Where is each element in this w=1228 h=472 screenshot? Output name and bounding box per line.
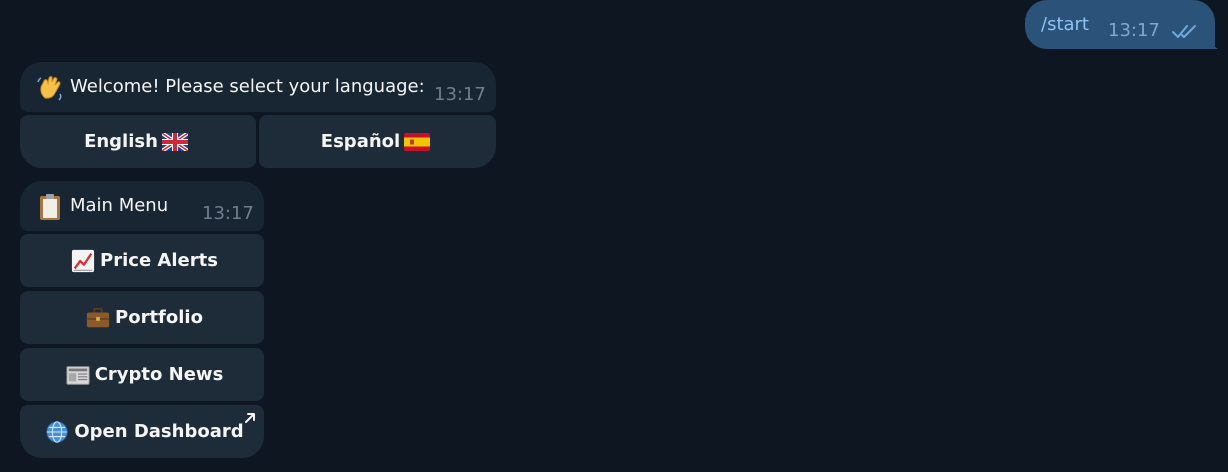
message-text: Main Menu	[70, 195, 169, 216]
language-prompt-message[interactable]: Welcome! Please select your language: 13…	[20, 62, 496, 112]
button-label: Español	[320, 131, 401, 152]
price-alerts-button[interactable]: Price Alerts	[20, 234, 264, 287]
language-english-button[interactable]: English	[20, 115, 256, 168]
clipboard-icon	[40, 194, 60, 220]
message-time: 13:17	[434, 84, 486, 105]
message-time: 13:17	[202, 203, 254, 224]
message-text: /start	[1041, 14, 1089, 35]
outgoing-message[interactable]: /start 13:17	[1025, 0, 1215, 49]
open-dashboard-button[interactable]: Open Dashboard	[20, 405, 264, 458]
chat-area: /start 13:17 Welcome! Please select your…	[0, 0, 1228, 472]
uk-flag-icon	[161, 132, 188, 151]
button-label: Price Alerts	[100, 250, 218, 271]
message-time: 13:17	[1108, 20, 1160, 41]
button-label: Portfolio	[115, 307, 203, 328]
waving-hand-icon	[37, 76, 62, 101]
button-label: English	[84, 131, 158, 152]
bubble-tail	[1208, 36, 1218, 49]
spain-flag-icon	[404, 132, 431, 151]
double-check-icon	[1172, 25, 1196, 38]
external-link-icon	[245, 413, 255, 423]
crypto-news-button[interactable]: Crypto News	[20, 348, 264, 401]
briefcase-icon	[86, 307, 110, 327]
chart-increasing-icon	[71, 249, 95, 272]
globe-icon	[46, 420, 68, 443]
main-menu-message[interactable]: Main Menu 13:17	[20, 181, 264, 231]
language-spanish-button[interactable]: Español	[259, 115, 496, 168]
message-text: Welcome! Please select your language:	[70, 76, 425, 97]
portfolio-button[interactable]: Portfolio	[20, 291, 264, 344]
button-label: Open Dashboard	[74, 421, 244, 442]
newspaper-icon	[66, 365, 90, 385]
button-label: Crypto News	[94, 364, 224, 385]
